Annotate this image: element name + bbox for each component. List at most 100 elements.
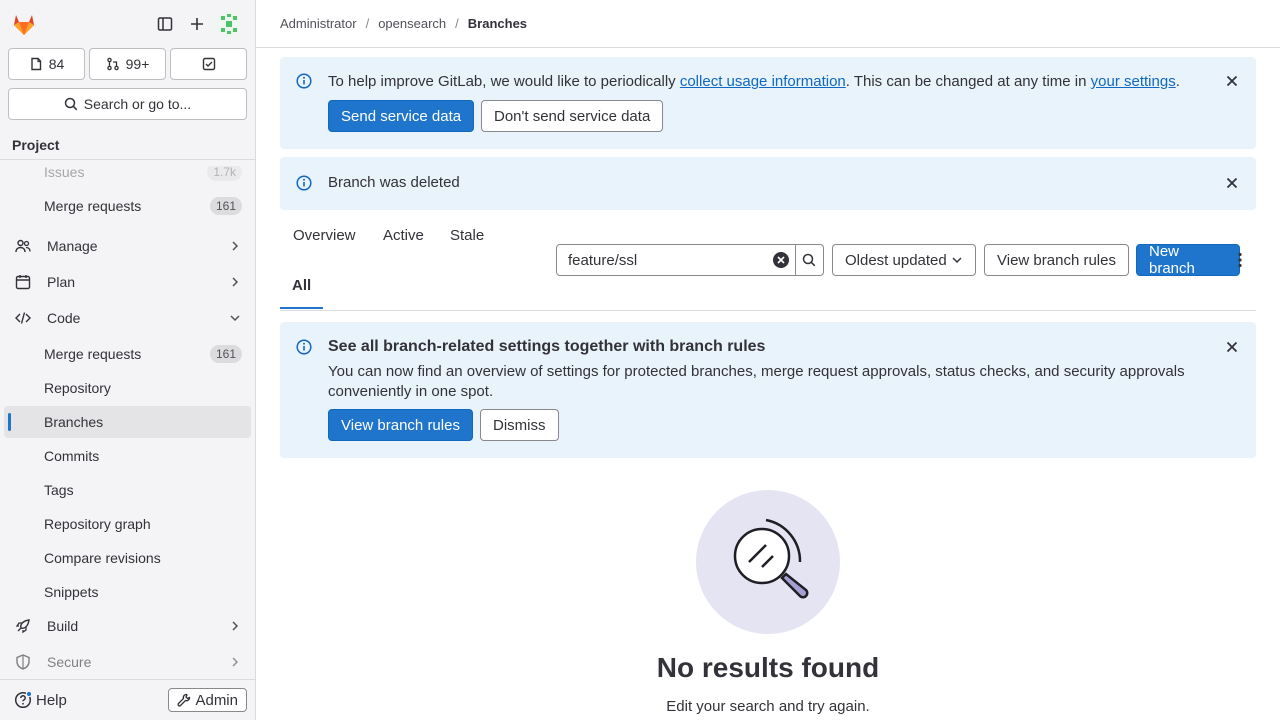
search-or-go-to-button[interactable]: Search or go to... — [8, 88, 247, 120]
sidebar: 84 99+ Search or go to... Project Issues… — [0, 0, 256, 720]
admin-label: Admin — [195, 691, 238, 709]
avatar[interactable] — [213, 8, 245, 40]
sidebar-item-build[interactable]: Build — [4, 610, 251, 642]
merge-request-icon — [106, 57, 120, 71]
information-icon — [296, 339, 312, 355]
usage-text: To help improve GitLab, we would like to… — [328, 73, 680, 90]
close-icon[interactable] — [1224, 73, 1240, 89]
users-icon — [15, 238, 39, 254]
merge-requests-count: 99+ — [125, 56, 150, 72]
sidebar-item-branches[interactable]: Branches — [4, 406, 251, 438]
sidebar-toggle-icon[interactable] — [149, 8, 181, 40]
dismiss-button[interactable]: Dismiss — [480, 409, 559, 441]
sidebar-item-commits[interactable]: Commits — [4, 440, 251, 472]
branch-search — [556, 244, 824, 276]
gitlab-logo-icon[interactable] — [10, 10, 38, 38]
sidebar-item-label: Build — [47, 618, 79, 634]
sidebar-item-code-merge-requests[interactable]: Merge requests 161 — [4, 338, 251, 370]
breadcrumb: Administrator / opensearch / Branches — [256, 0, 1280, 48]
todos-button[interactable] — [170, 48, 247, 80]
search-icon[interactable] — [794, 245, 823, 275]
admin-button[interactable]: Admin — [168, 688, 247, 712]
calendar-icon — [15, 274, 39, 290]
sidebar-item-tags[interactable]: Tags — [4, 474, 251, 506]
issues-count-button[interactable]: 84 — [8, 48, 85, 80]
your-settings-link[interactable]: your settings — [1091, 73, 1176, 90]
sidebar-item-label: Repository — [44, 380, 111, 396]
help-button[interactable]: Help — [14, 691, 67, 709]
breadcrumb-item[interactable]: Administrator — [280, 16, 357, 31]
chevron-right-icon — [229, 240, 241, 252]
tab-overview[interactable]: Overview — [293, 226, 356, 250]
breadcrumb-current[interactable]: Branches — [468, 16, 527, 31]
search-label: Search or go to... — [83, 96, 192, 112]
merge-requests-badge: 161 — [209, 197, 242, 215]
tab-active[interactable]: Active — [383, 226, 424, 250]
issues-badge: 1.7k — [207, 166, 242, 181]
sidebar-item-snippets[interactable]: Snippets — [4, 576, 251, 608]
branch-deleted-text: Branch was deleted — [328, 174, 460, 191]
new-branch-button[interactable]: New branch — [1136, 243, 1240, 277]
sidebar-item-merge-requests[interactable]: Merge requests 161 — [4, 190, 251, 222]
no-results-illustration — [696, 490, 840, 634]
sort-dropdown[interactable]: Oldest updated — [832, 244, 976, 276]
sidebar-item-label: Merge requests — [44, 346, 142, 362]
help-icon — [14, 691, 32, 709]
todo-checkbox-icon — [202, 57, 216, 71]
sidebar-item-label: Merge requests — [44, 198, 142, 214]
branch-deleted-alert: Branch was deleted — [280, 157, 1256, 210]
empty-state: No results found Edit your search and tr… — [280, 490, 1256, 715]
view-branch-rules-alert-button[interactable]: View branch rules — [328, 409, 473, 441]
clear-search-icon[interactable] — [767, 245, 795, 275]
send-service-data-button[interactable]: Send service data — [328, 100, 475, 132]
empty-state-title: No results found — [656, 652, 880, 683]
issues-icon — [29, 57, 43, 71]
sidebar-item-compare-revisions[interactable]: Compare revisions — [4, 542, 251, 574]
search-icon — [64, 97, 78, 111]
empty-state-body: Edit your search and try again. — [666, 698, 870, 715]
usage-text: . — [1175, 73, 1180, 90]
sidebar-item-label: Tags — [44, 482, 74, 498]
branch-rules-alert: See all branch-related settings together… — [280, 322, 1256, 458]
usage-text: . This can be changed at any time in — [845, 73, 1091, 90]
close-icon[interactable] — [1224, 175, 1240, 191]
sidebar-item-label: Secure — [47, 654, 92, 670]
sidebar-item-label: Issues — [44, 166, 85, 180]
usage-alert-text: To help improve GitLab, we would like to… — [328, 73, 1196, 91]
information-icon — [296, 175, 312, 191]
more-actions-icon[interactable] — [1232, 252, 1248, 268]
active-tab-indicator — [280, 307, 323, 309]
sidebar-item-repository[interactable]: Repository — [4, 372, 251, 404]
dont-send-service-data-button[interactable]: Don't send service data — [481, 100, 664, 132]
sidebar-item-plan[interactable]: Plan — [4, 266, 251, 298]
chevron-right-icon — [229, 656, 241, 668]
branch-rules-body: You can now find an overview of settings… — [328, 363, 1185, 400]
sidebar-item-manage[interactable]: Manage — [4, 230, 251, 262]
wrench-icon — [177, 693, 191, 707]
view-branch-rules-button[interactable]: View branch rules — [984, 244, 1129, 276]
information-icon — [296, 73, 312, 89]
chevron-right-icon — [229, 276, 241, 288]
breadcrumb-item[interactable]: opensearch — [378, 16, 446, 31]
chevron-down-icon — [229, 312, 241, 324]
rocket-icon — [15, 618, 39, 634]
tab-all[interactable]: All — [292, 276, 311, 300]
sidebar-item-issues[interactable]: Issues 1.7k — [4, 166, 251, 188]
close-icon[interactable] — [1224, 339, 1240, 355]
sidebar-footer: Help Admin — [0, 679, 255, 720]
sidebar-item-label: Compare revisions — [44, 550, 161, 566]
sidebar-item-code[interactable]: Code — [4, 302, 251, 334]
collect-usage-link[interactable]: collect usage information — [680, 73, 846, 90]
branch-tabs: Overview Active Stale All Oldest updated… — [280, 214, 1256, 311]
sidebar-item-repository-graph[interactable]: Repository graph — [4, 508, 251, 540]
merge-requests-badge: 161 — [209, 345, 242, 363]
tab-stale[interactable]: Stale — [450, 226, 484, 250]
branch-rules-title: See all branch-related settings together… — [328, 338, 766, 355]
merge-requests-count-button[interactable]: 99+ — [89, 48, 166, 80]
sidebar-item-secure[interactable]: Secure — [4, 646, 251, 678]
shield-icon — [15, 654, 39, 670]
plus-icon[interactable] — [181, 8, 213, 40]
code-icon — [15, 310, 39, 326]
branch-search-input[interactable] — [557, 251, 767, 269]
main-content: Administrator / opensearch / Branches To… — [256, 0, 1280, 720]
